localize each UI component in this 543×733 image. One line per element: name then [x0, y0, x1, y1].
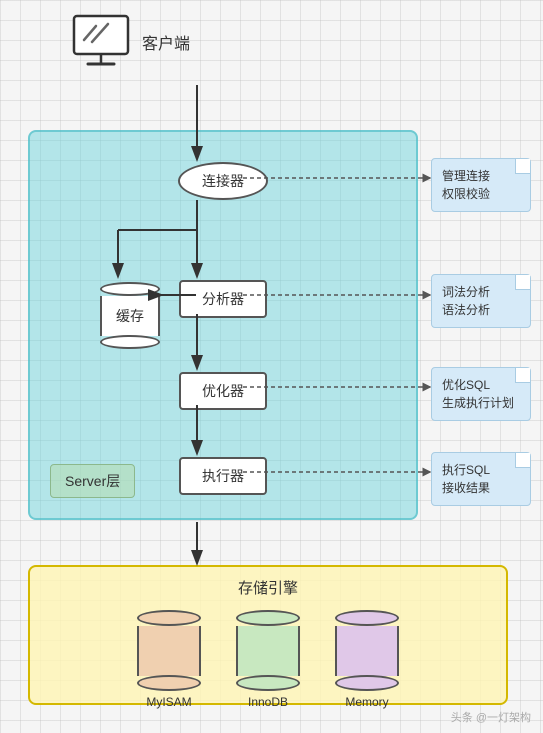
page: 客户端 Server层 连接器 缓存 分析器 优化器 执行器 管理连接权限校验 — [0, 0, 543, 733]
engine-memory: Memory — [335, 610, 399, 709]
client-area: 客户端 — [70, 12, 190, 72]
engine-myisam: MyISAM — [137, 610, 201, 709]
note-analyzer: 词法分析语法分析 — [431, 274, 531, 328]
cache-node: 缓存 — [100, 282, 160, 349]
storage-box: 存储引擎 MyISAM InnoDB Memory — [28, 565, 508, 705]
engine-innodb: InnoDB — [236, 610, 300, 709]
optimizer-node: 优化器 — [179, 372, 267, 410]
storage-engines: MyISAM InnoDB Memory — [137, 610, 399, 709]
watermark: 头条 @一灯架构 — [451, 709, 531, 725]
note-executor: 执行SQL接收结果 — [431, 452, 531, 506]
client-label: 客户端 — [142, 30, 190, 54]
analyzer-node: 分析器 — [179, 280, 267, 318]
storage-title: 存储引擎 — [238, 577, 298, 598]
executor-node: 执行器 — [179, 457, 267, 495]
connector-node: 连接器 — [178, 162, 268, 200]
server-layer-label: Server层 — [50, 464, 135, 498]
monitor-icon — [70, 12, 132, 72]
note-optimizer: 优化SQL生成执行计划 — [431, 367, 531, 421]
note-connector: 管理连接权限校验 — [431, 158, 531, 212]
server-box: Server层 连接器 缓存 分析器 优化器 执行器 — [28, 130, 418, 520]
